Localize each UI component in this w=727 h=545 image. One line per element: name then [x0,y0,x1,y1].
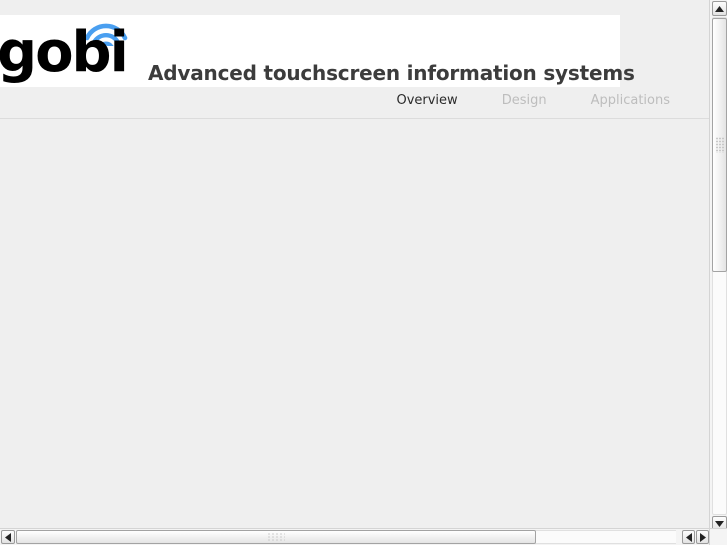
grip-dots-icon [267,532,285,542]
page-content-body [0,119,709,528]
logo-divider [138,23,139,79]
site-logo[interactable]: gobi [0,14,140,90]
page-viewport: gobi Advanced touchscreen information sy… [0,0,709,528]
scroll-right-button[interactable] [696,530,709,544]
triangle-down-icon [715,520,724,527]
horizontal-scrollbar-thumb[interactable] [16,530,536,544]
triangle-up-icon [715,5,724,12]
scrollbar-corner [709,528,727,545]
browser-content-window: gobi Advanced touchscreen information sy… [0,0,727,545]
scroll-up-button[interactable] [712,1,727,16]
horizontal-scroll-arrow-cluster [676,528,709,545]
site-tagline: Advanced touchscreen information systems [148,61,635,85]
vertical-scrollbar-thumb[interactable] [712,18,727,272]
triangle-right-icon [699,532,706,542]
scroll-left-button[interactable] [1,530,15,544]
vertical-scrollbar[interactable] [709,0,727,545]
logo-wordmark: gobi [0,20,129,85]
triangle-left-icon [685,532,692,542]
nav-item-applications[interactable]: Applications [591,92,670,110]
scroll-left-button-secondary[interactable] [682,530,695,544]
site-navigation: Overview Design Applications [0,92,709,118]
site-header-band: gobi Advanced touchscreen information sy… [0,14,635,90]
grip-dots-icon [715,137,724,153]
triangle-left-icon [5,532,11,542]
nav-item-overview[interactable]: Overview [396,92,457,110]
nav-item-design[interactable]: Design [502,92,547,110]
horizontal-scrollbar[interactable] [0,528,709,545]
